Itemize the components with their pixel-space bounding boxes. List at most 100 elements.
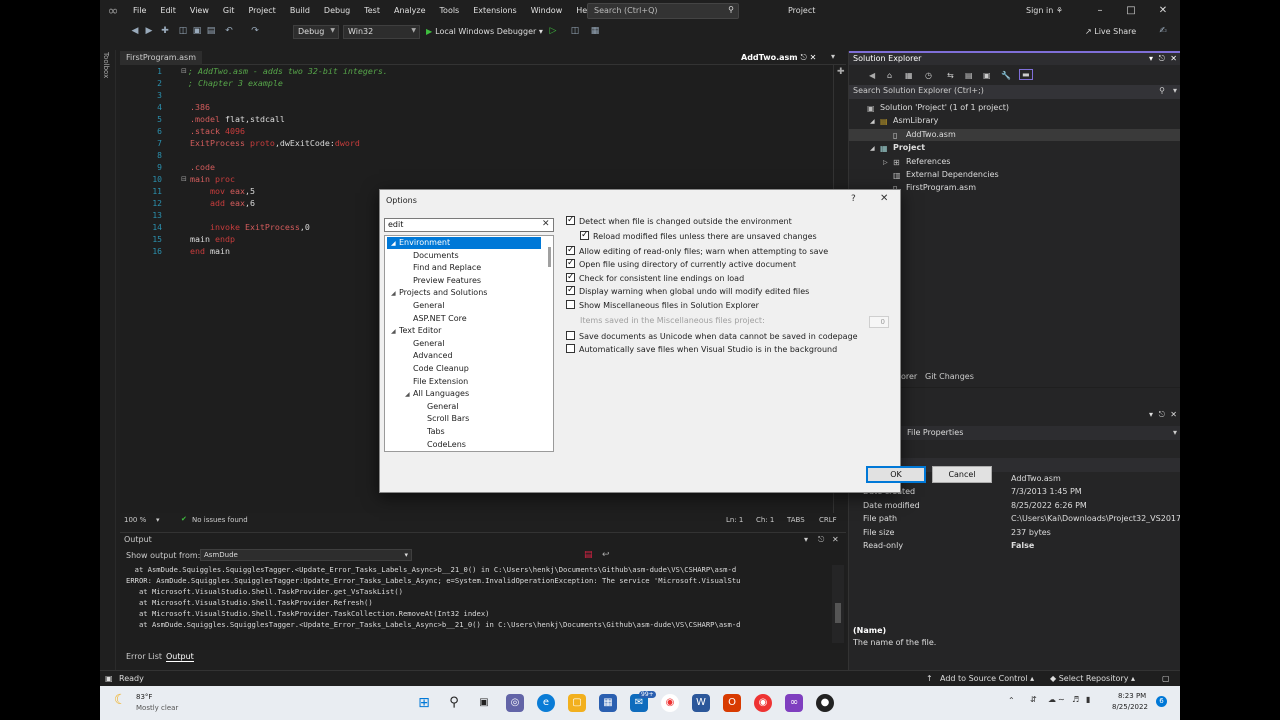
options-tree-item[interactable]: General: [405, 300, 445, 312]
expander-icon[interactable]: ▷: [883, 159, 893, 166]
word-wrap-icon[interactable]: ↩: [602, 550, 610, 560]
options-tree-item[interactable]: ◢ Projects and Solutions: [391, 287, 487, 299]
dropdown-icon[interactable]: ▾: [1149, 410, 1153, 419]
dialog-close-icon[interactable]: ✕: [880, 193, 888, 204]
clock-time[interactable]: 8:23 PM: [1118, 692, 1146, 700]
edge-icon[interactable]: e: [537, 694, 555, 712]
collapse-icon[interactable]: ⊟: [181, 175, 187, 183]
select-repository-button[interactable]: ◆ Select Repository ▴: [1050, 674, 1135, 683]
checkbox-checked-icon[interactable]: [566, 284, 575, 296]
option-checkbox[interactable]: Show Miscellaneous files in Solution Exp…: [566, 300, 759, 312]
property-row[interactable]: Date modified 8/25/2022 6:26 PM: [849, 501, 1180, 514]
menu-item-test[interactable]: Test: [357, 0, 387, 22]
expander-icon[interactable]: ◢: [391, 326, 399, 338]
weather-temp[interactable]: 83°F: [136, 693, 152, 701]
scrollbar-thumb[interactable]: [835, 603, 841, 623]
menu-item-file[interactable]: File: [126, 0, 153, 22]
code-line[interactable]: ; AddTwo.asm - adds two 32-bit integers.: [188, 66, 388, 76]
checkbox-unchecked-icon[interactable]: [566, 300, 575, 309]
menu-item-git[interactable]: Git: [216, 0, 242, 22]
forward-icon[interactable]: ▶: [144, 26, 154, 36]
pin-icon[interactable]: ⎋: [818, 535, 824, 545]
expander-icon[interactable]: ◢: [870, 145, 880, 152]
checkbox-checked-icon[interactable]: [566, 271, 575, 283]
search-input[interactable]: Search (Ctrl+Q) ⚲: [587, 3, 739, 19]
close-icon[interactable]: ✕: [1170, 410, 1177, 419]
expander-icon[interactable]: ◢: [405, 389, 413, 401]
checkbox-unchecked-icon[interactable]: [566, 344, 575, 353]
close-icon[interactable]: ✕: [1170, 54, 1177, 63]
switch-views-icon[interactable]: ▦: [905, 71, 913, 80]
property-row[interactable]: File path C:\Users\Kai\Downloads\Project3…: [849, 514, 1180, 527]
code-line[interactable]: .model flat,stdcall: [190, 114, 285, 124]
volume-icon[interactable]: ♬: [1072, 695, 1079, 704]
menu-item-extensions[interactable]: Extensions: [466, 0, 523, 22]
start-icon[interactable]: ⊞: [415, 694, 433, 712]
tab-error-list[interactable]: Error List: [126, 652, 162, 661]
word-icon[interactable]: W: [692, 694, 710, 712]
checkbox-checked-icon[interactable]: [566, 214, 575, 226]
search-icon[interactable]: ⚲: [445, 694, 463, 712]
save-all-icon[interactable]: ▤: [206, 26, 216, 36]
folder-icon[interactable]: ◫: [570, 26, 580, 36]
char-indicator[interactable]: Ch: 1: [756, 516, 774, 524]
tab-dropdown-icon[interactable]: ▾: [831, 52, 835, 61]
options-tree-scrollbar[interactable]: [547, 237, 553, 451]
checkbox-checked-icon[interactable]: [580, 229, 589, 241]
menu-item-window[interactable]: Window: [524, 0, 570, 22]
code-line[interactable]: .code: [190, 162, 215, 172]
pin-icon[interactable]: ⎋: [800, 53, 806, 62]
show-all-files-icon[interactable]: ▣: [983, 71, 991, 80]
tabs-indicator[interactable]: TABS: [787, 516, 805, 524]
code-line[interactable]: add eax,6: [190, 198, 255, 208]
back-icon[interactable]: ◀: [869, 71, 875, 80]
save-icon[interactable]: ▣: [192, 26, 202, 36]
option-checkbox[interactable]: Reload modified files unless there are u…: [580, 229, 817, 243]
menu-item-debug[interactable]: Debug: [317, 0, 357, 22]
redo-icon[interactable]: ↷: [250, 26, 260, 36]
solution-tree-item[interactable]: ▯ AddTwo.asm: [883, 130, 956, 140]
add-to-source-control-button[interactable]: Add to Source Control ▴: [940, 674, 1034, 683]
output-scrollbar[interactable]: [832, 565, 844, 643]
zoom-level[interactable]: 100 %: [124, 516, 146, 524]
solution-tree-item[interactable]: ▣ Solution 'Project' (1 of 1 project): [857, 103, 1009, 113]
property-row[interactable]: Read-only False: [849, 541, 1180, 554]
code-line[interactable]: mov eax,5: [190, 186, 255, 196]
tab-git-changes[interactable]: Git Changes: [925, 372, 974, 381]
options-tree[interactable]: ◢ Environment Documents Find and Replace Pre…: [384, 235, 554, 452]
back-icon[interactable]: ◀: [130, 26, 140, 36]
close-window-button[interactable]: ✕: [1148, 0, 1178, 22]
task-view-icon[interactable]: ▣: [475, 694, 493, 712]
clear-all-icon[interactable]: ▤: [584, 550, 593, 560]
chevron-up-icon[interactable]: ⌃: [1008, 696, 1015, 705]
checkbox-checked-icon[interactable]: [566, 257, 575, 269]
code-line[interactable]: .386: [190, 102, 210, 112]
menu-item-view[interactable]: View: [183, 0, 216, 22]
menu-item-build[interactable]: Build: [283, 0, 317, 22]
options-tree-item[interactable]: Scroll Bars: [419, 413, 469, 425]
scrollbar-thumb[interactable]: [548, 247, 551, 267]
chrome-icon[interactable]: ◉: [661, 694, 679, 712]
tab-firstprogram[interactable]: FirstProgram.asm: [120, 51, 202, 65]
property-row[interactable]: File size 237 bytes: [849, 528, 1180, 541]
pin-icon[interactable]: ⎋: [1159, 54, 1165, 64]
checkbox-unchecked-icon[interactable]: [566, 331, 575, 340]
collapse-icon[interactable]: ⊟: [181, 67, 187, 75]
options-tree-item[interactable]: General: [405, 338, 445, 350]
options-tree-item[interactable]: Find and Replace: [405, 262, 481, 274]
options-tree-item[interactable]: ◢ All Languages: [405, 388, 469, 400]
maximize-button[interactable]: □: [1116, 0, 1146, 22]
option-checkbox[interactable]: Display warning when global undo will mo…: [566, 284, 809, 298]
start-debugging-button[interactable]: ▶ Local Windows Debugger ▾: [426, 25, 543, 39]
pending-changes-icon[interactable]: ◷: [925, 71, 932, 80]
solution-tree-item[interactable]: ▷ ⊞ References: [883, 157, 950, 167]
options-tree-item[interactable]: Advanced: [405, 350, 453, 362]
preview-icon[interactable]: ▬: [1019, 69, 1033, 80]
code-line[interactable]: end main: [190, 246, 230, 256]
options-tree-item[interactable]: Tabs: [419, 426, 445, 438]
line-indicator[interactable]: Ln: 1: [726, 516, 743, 524]
ok-button[interactable]: OK: [866, 466, 926, 483]
option-checkbox[interactable]: Open file using directory of currently a…: [566, 257, 796, 271]
sync-icon[interactable]: ⇆: [947, 71, 954, 80]
options-tree-item[interactable]: Documents: [405, 250, 459, 262]
